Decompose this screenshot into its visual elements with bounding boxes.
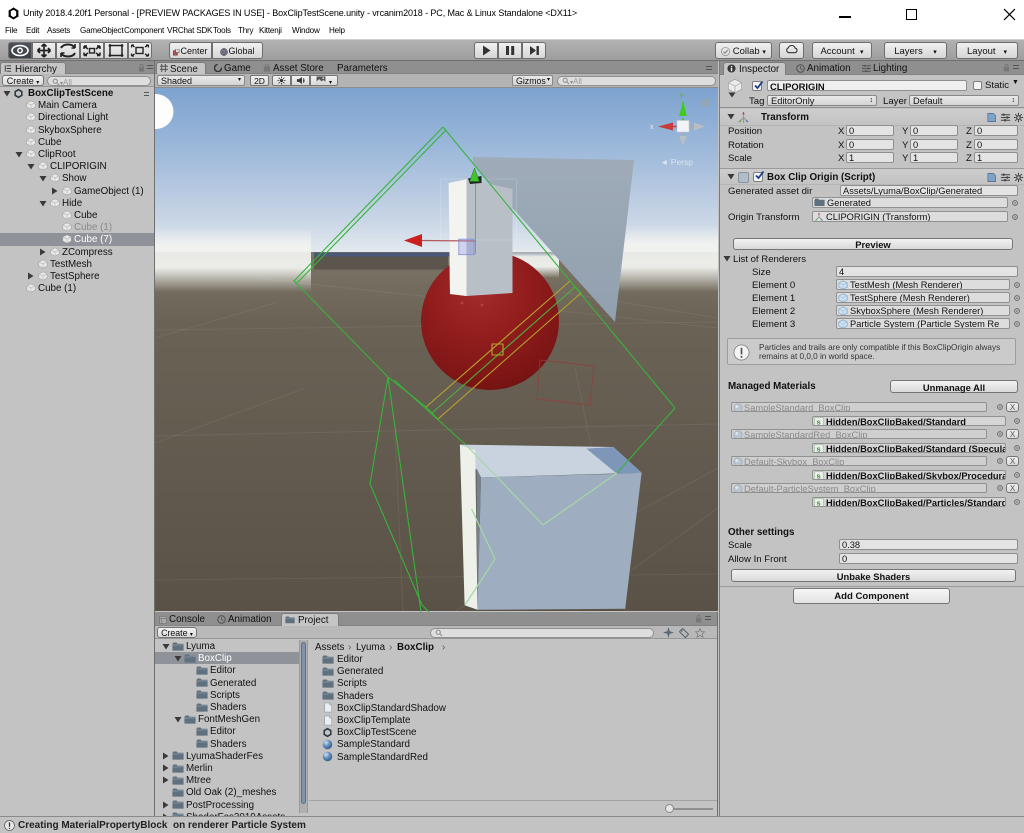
svg-text:s: s xyxy=(817,444,821,453)
svg-text:s: s xyxy=(817,471,821,480)
svg-text:x: x xyxy=(650,124,654,131)
svg-text:s: s xyxy=(817,417,821,426)
svg-text:s: s xyxy=(817,498,821,507)
svg-text:◄ Persp: ◄ Persp xyxy=(660,157,693,167)
